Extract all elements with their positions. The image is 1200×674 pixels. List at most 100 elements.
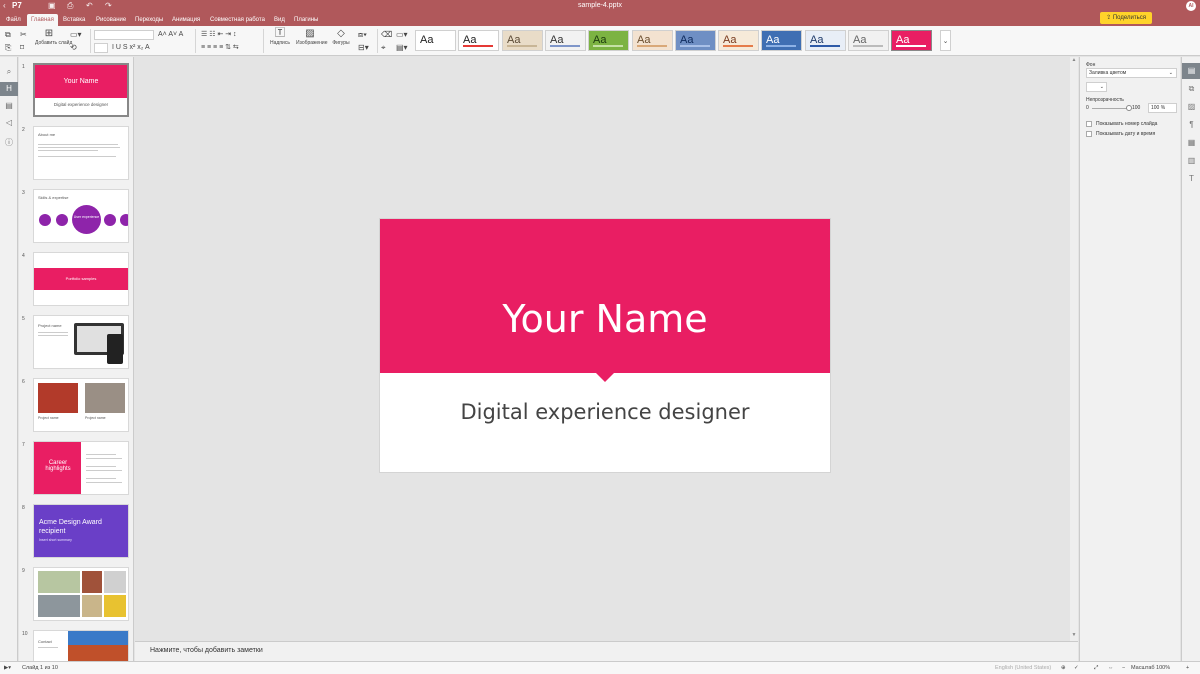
show-date-time-checkbox[interactable] — [1086, 131, 1092, 137]
align-shape-icon[interactable]: ⊟▾ — [358, 43, 369, 53]
add-slide-icon: ⊞ — [44, 28, 54, 39]
color-scheme-icon[interactable]: ▤▾ — [396, 43, 408, 53]
slide-subtitle[interactable]: Digital experience designer — [380, 400, 830, 424]
tab-draw[interactable]: Рисование — [92, 14, 130, 26]
theme-swatch[interactable]: Aa — [588, 30, 629, 51]
separator — [377, 29, 378, 53]
chart-settings-icon[interactable]: ▥ — [1182, 153, 1200, 169]
language-indicator[interactable]: English (United States) — [995, 664, 1051, 673]
show-slide-number-checkbox[interactable] — [1086, 121, 1092, 127]
shapes-button[interactable]: ◇ Фигуры — [327, 28, 355, 54]
image-settings-icon[interactable]: ▨ — [1182, 99, 1200, 115]
copy-format-icon[interactable]: ⌖ — [381, 43, 386, 53]
theme-swatch[interactable]: Aa — [458, 30, 499, 51]
text-format-controls[interactable]: I U S x² x₂ A — [112, 43, 150, 53]
theme-swatch[interactable]: Aa — [415, 30, 456, 51]
thumb-slide-7[interactable]: Career highlights — [33, 441, 129, 495]
notes-placeholder[interactable]: Нажмите, чтобы добавить заметки — [150, 647, 263, 654]
reset-icon[interactable]: ⟲ — [70, 43, 77, 53]
paste-icon[interactable]: ⎘ — [5, 43, 11, 53]
zoom-in-icon[interactable]: + — [1186, 664, 1189, 673]
theme-accent-bar — [680, 45, 710, 47]
notes-panel[interactable]: Нажмите, чтобы добавить заметки — [135, 641, 1078, 661]
paragraph-settings-icon[interactable]: ¶ — [1182, 117, 1200, 133]
vertical-scrollbar[interactable]: ▲ ▼ — [1070, 57, 1078, 641]
menu-bar: Файл Главная Вставка Рисование Переходы … — [0, 12, 1200, 26]
tab-view[interactable]: Вид — [270, 14, 289, 26]
align-controls[interactable]: ≡ ≡ ≡ ≡ ⇅ ⇆ — [201, 43, 239, 53]
thumb-slide-8[interactable]: Acme Design Award recipient Insert short… — [33, 504, 129, 558]
zoom-out-icon[interactable]: − — [1122, 664, 1125, 673]
theme-swatch[interactable]: Aa — [848, 30, 889, 51]
thumb-text-line — [38, 332, 68, 333]
arrange-icon[interactable]: ⧈▾ — [358, 30, 367, 40]
current-slide[interactable]: Your Name Digital experience designer — [380, 219, 830, 472]
table-settings-icon[interactable]: ▦ — [1182, 135, 1200, 151]
share-button[interactable]: ⇪ Поделиться — [1100, 12, 1152, 24]
image-button[interactable]: ▨ Изображение — [296, 28, 328, 54]
opacity-input[interactable]: 100 % — [1148, 103, 1177, 113]
spellcheck-icon[interactable]: ✓ — [1074, 664, 1079, 673]
tab-collaboration[interactable]: Совместная работа — [206, 14, 269, 26]
tab-insert[interactable]: Вставка — [59, 14, 89, 26]
scroll-down-icon[interactable]: ▼ — [1070, 632, 1078, 640]
opacity-slider[interactable] — [1092, 108, 1130, 109]
thumb-slide-2[interactable]: About me — [33, 126, 129, 180]
thumb-title: Portfolio samples — [65, 276, 97, 281]
font-size-controls[interactable]: A˄ A˅ A — [158, 30, 183, 40]
theme-swatch[interactable]: Aa — [891, 30, 932, 51]
theme-swatch[interactable]: Aa — [675, 30, 716, 51]
theme-swatch[interactable]: Aa — [805, 30, 846, 51]
slide-editor[interactable]: Your Name Digital experience designer — [135, 57, 1078, 641]
tab-plugins[interactable]: Плагины — [290, 14, 322, 26]
shape-settings-icon[interactable]: ⧉ — [1182, 81, 1200, 97]
thumbnails-icon[interactable]: H — [0, 82, 18, 96]
thumb-number: 9 — [22, 568, 25, 574]
fit-slide-icon[interactable]: ⤢ — [1094, 664, 1098, 673]
copy-icon[interactable]: ⧉ — [5, 30, 11, 40]
comments-icon[interactable]: ▤ — [0, 99, 18, 113]
chat-icon[interactable]: ◁ — [0, 116, 18, 130]
thumb-slide-3[interactable]: Skills & expertise User experience — [33, 189, 129, 243]
tab-file[interactable]: Файл — [2, 14, 25, 26]
slideshow-icon[interactable]: ▶▾ — [4, 664, 11, 673]
avatar[interactable]: AI — [1186, 1, 1196, 11]
text-box-button[interactable]: 🅃 Надпись — [266, 28, 294, 54]
slide-settings-icon[interactable]: ▤ — [1182, 63, 1200, 79]
slide-title[interactable]: Your Name — [380, 297, 830, 341]
font-family-select[interactable] — [94, 30, 154, 40]
list-controls[interactable]: ☰ ☷ ⇤ ⇥ ↕ — [201, 30, 237, 40]
search-icon[interactable]: ⌕ — [0, 65, 18, 79]
clear-style-icon[interactable]: ⌫ — [381, 30, 392, 40]
thumb-slide-1[interactable]: Your Name Digital experience designer — [33, 63, 129, 117]
fill-type-select[interactable]: Заливка цветом ⌄ — [1086, 68, 1177, 78]
thumb-slide-4[interactable]: Portfolio samples — [33, 252, 129, 306]
theme-swatch[interactable]: Aa — [718, 30, 759, 51]
slide-size-icon[interactable]: ▭▾ — [396, 30, 408, 40]
tab-animation[interactable]: Анимация — [168, 14, 204, 26]
cut-icon[interactable]: ✂ — [20, 30, 27, 40]
add-slide-button[interactable]: ⊞ Добавить слайд — [35, 28, 72, 54]
thumb-slide-10[interactable]: Contact — [33, 630, 129, 661]
layout-icon[interactable]: ▭▾ — [70, 30, 82, 40]
about-icon[interactable]: ⓘ — [0, 136, 18, 150]
theme-swatch[interactable]: Aa — [502, 30, 543, 51]
thumb-number: 6 — [22, 379, 25, 385]
tab-transitions[interactable]: Переходы — [131, 14, 167, 26]
tab-home[interactable]: Главная — [27, 14, 58, 26]
thumb-slide-9[interactable] — [33, 567, 129, 621]
theme-swatch[interactable]: Aa — [545, 30, 586, 51]
fit-width-icon[interactable]: ⇔ — [1108, 664, 1114, 673]
fill-color-picker[interactable]: ⌄ — [1086, 82, 1107, 92]
theme-swatch[interactable]: Aa — [761, 30, 802, 51]
show-slide-number-label: Показывать номер слайда — [1096, 121, 1158, 127]
copy-style-icon[interactable]: ⌑ — [20, 43, 24, 53]
thumb-slide-5[interactable]: Project name — [33, 315, 129, 369]
themes-more-button[interactable]: ⌄ — [940, 30, 951, 51]
language-icon[interactable]: ⊕ — [1061, 664, 1066, 673]
bold-button[interactable] — [94, 43, 108, 53]
thumb-slide-6[interactable]: Project name Project name — [33, 378, 129, 432]
theme-swatch[interactable]: Aa — [632, 30, 673, 51]
scroll-up-icon[interactable]: ▲ — [1070, 57, 1078, 65]
text-art-settings-icon[interactable]: T — [1182, 171, 1200, 187]
